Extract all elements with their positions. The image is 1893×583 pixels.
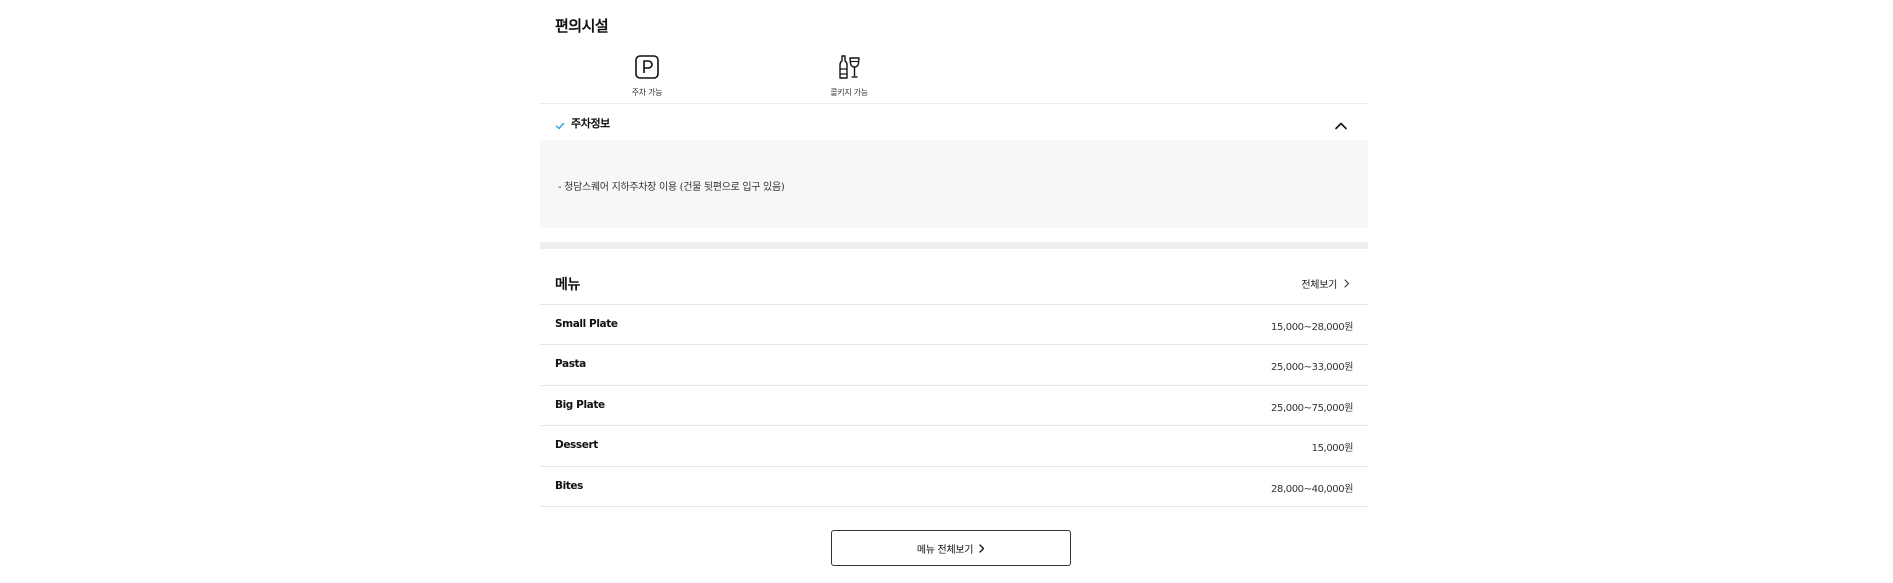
parking-info-content: - 청담스퀘어 지하주차장 이용 (건물 뒷편으로 입구 있음) — [540, 140, 1368, 228]
menu-item-price: 28,000~40,000원 — [1271, 483, 1353, 495]
menu-list: Small Plate 15,000~28,000원 Pasta 25,000~… — [540, 304, 1368, 507]
menu-item-name: Pasta — [555, 358, 586, 371]
menu-row: Big Plate 25,000~75,000원 — [540, 386, 1368, 427]
chevron-right-icon — [1344, 279, 1350, 288]
menu-item-name: Dessert — [555, 439, 598, 452]
menu-item-name: Bites — [555, 479, 583, 492]
facilities-title: 편의시설 — [555, 17, 609, 35]
menu-item-price: 15,000~28,000원 — [1271, 322, 1353, 333]
wine-bottle-glass-icon — [835, 53, 863, 81]
menu-row: Small Plate 15,000~28,000원 — [540, 305, 1368, 346]
menu-row: Bites 28,000~40,000원 — [540, 467, 1368, 507]
facility-parking: 주차 가능 — [587, 53, 707, 98]
parking-icon — [633, 53, 661, 81]
facility-label: 콜키지 가능 — [830, 88, 868, 97]
parking-info-title: 주차정보 — [571, 117, 610, 130]
chevron-right-icon — [979, 543, 985, 553]
parking-info-toggle[interactable]: 주차정보 — [540, 104, 1368, 140]
check-icon — [555, 116, 565, 130]
menu-row: Dessert 15,000원 — [540, 426, 1368, 467]
view-all-label: 전체보기 — [1301, 280, 1337, 291]
menu-item-price: 15,000원 — [1311, 443, 1354, 455]
menu-item-price: 25,000~75,000원 — [1271, 402, 1353, 414]
menu-view-all-link[interactable]: 전체보기 — [1301, 276, 1350, 291]
section-divider — [540, 242, 1368, 249]
facility-corkage: 콜키지 가능 — [789, 53, 909, 98]
menu-row: Pasta 25,000~33,000원 — [540, 345, 1368, 386]
chevron-up-icon[interactable] — [1334, 116, 1348, 130]
facility-label: 주차 가능 — [631, 88, 663, 97]
parking-info-text: - 청담스퀘어 지하주차장 이용 (건물 뒷편으로 입구 있음) — [558, 182, 785, 193]
menu-item-name: Small Plate — [555, 318, 618, 330]
menu-item-name: Big Plate — [555, 398, 605, 411]
menu-item-price: 25,000~33,000원 — [1271, 362, 1353, 374]
full-menu-button[interactable]: 메뉴 전체보기 — [831, 530, 1071, 566]
full-menu-button-label: 메뉴 전체보기 — [916, 544, 974, 556]
restaurant-detail-panel: 편의시설 주차 가능 콜키지 가능 주차정보 - 청담스퀘어 지하주차장 이용 … — [540, 0, 1368, 583]
menu-title: 메뉴 — [555, 277, 580, 293]
